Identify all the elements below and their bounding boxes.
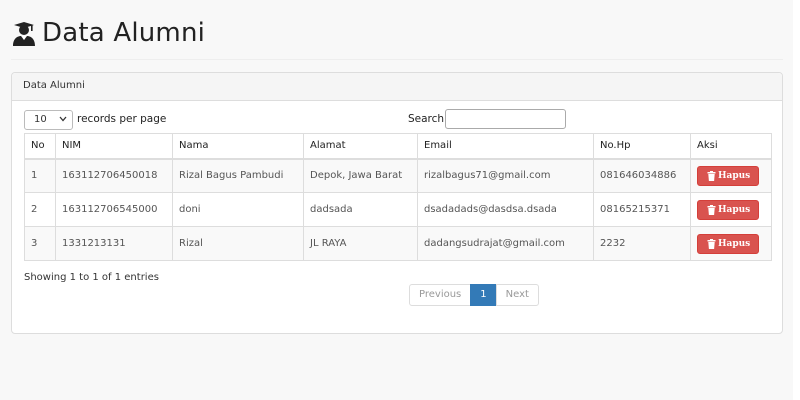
column-header-alamat[interactable]: Alamat xyxy=(303,133,418,160)
cell-email: dadangsudrajat@gmail.com xyxy=(417,226,594,261)
cell-nama: doni xyxy=(172,192,304,227)
cell-aksi: Hapus xyxy=(690,192,772,227)
column-header-nama[interactable]: Nama xyxy=(172,133,304,160)
pagination-page-current[interactable]: 1 xyxy=(470,284,497,306)
pagination-next[interactable]: Next xyxy=(495,284,539,306)
table-info: Showing 1 to 1 of 1 entries xyxy=(24,272,159,283)
cell-no: 2 xyxy=(24,192,56,227)
delete-button-label: Hapus xyxy=(718,238,751,249)
delete-button[interactable]: Hapus xyxy=(697,165,760,186)
alumni-table: No NIM Nama Alamat Email No.Hp Aksi 1 16… xyxy=(24,133,772,261)
page-header: Data Alumni xyxy=(11,16,783,60)
cell-alamat: JL RAYA xyxy=(303,226,418,261)
table-row: 2 163112706545000 doni dadsada dsadadads… xyxy=(24,192,772,227)
cell-no: 3 xyxy=(24,226,56,261)
alumni-panel: Data Alumni 10 records per page Search: … xyxy=(11,72,783,334)
column-header-nohp[interactable]: No.Hp xyxy=(593,133,691,160)
cell-nohp: 081646034886 xyxy=(593,158,691,193)
cell-nim: 163112706450018 xyxy=(55,158,173,193)
trash-icon xyxy=(707,204,716,215)
search-input[interactable] xyxy=(445,109,566,129)
records-per-page-label: records per page xyxy=(77,113,167,125)
cell-email: rizalbagus71@gmail.com xyxy=(417,158,594,193)
cell-alamat: Depok, Jawa Barat xyxy=(303,158,418,193)
graduate-icon xyxy=(13,22,35,46)
pagination: Previous 1 Next xyxy=(409,284,539,306)
table-row: 1 163112706450018 Rizal Bagus Pambudi De… xyxy=(24,158,772,193)
pagination-previous[interactable]: Previous xyxy=(409,284,472,306)
cell-email: dsadadads@dasdsa.dsada xyxy=(417,192,594,227)
cell-nohp: 2232 xyxy=(593,226,691,261)
cell-alamat: dadsada xyxy=(303,192,418,227)
cell-nim: 163112706545000 xyxy=(55,192,173,227)
delete-button-label: Hapus xyxy=(718,204,751,215)
column-header-nim[interactable]: NIM xyxy=(55,133,173,160)
cell-aksi: Hapus xyxy=(690,226,772,261)
records-per-page-value: 10 xyxy=(34,114,47,125)
cell-no: 1 xyxy=(24,158,56,193)
column-header-aksi[interactable]: Aksi xyxy=(690,133,772,160)
records-per-page-select[interactable]: 10 xyxy=(24,110,73,130)
trash-icon xyxy=(707,170,716,181)
delete-button[interactable]: Hapus xyxy=(697,233,760,254)
delete-button[interactable]: Hapus xyxy=(697,199,760,220)
window-scrollbar[interactable] xyxy=(793,0,800,400)
table-header-row: No NIM Nama Alamat Email No.Hp Aksi xyxy=(24,133,772,160)
cell-aksi: Hapus xyxy=(690,158,772,193)
cell-nama: Rizal xyxy=(172,226,304,261)
column-header-no[interactable]: No xyxy=(24,133,56,160)
page-title: Data Alumni xyxy=(42,18,206,48)
trash-icon xyxy=(707,238,716,249)
chevron-down-icon xyxy=(59,116,67,122)
cell-nama: Rizal Bagus Pambudi xyxy=(172,158,304,193)
panel-heading: Data Alumni xyxy=(12,73,782,101)
column-header-email[interactable]: Email xyxy=(417,133,594,160)
table-row: 3 1331213131 Rizal JL RAYA dadangsudraja… xyxy=(24,226,772,261)
delete-button-label: Hapus xyxy=(718,170,751,181)
cell-nim: 1331213131 xyxy=(55,226,173,261)
cell-nohp: 08165215371 xyxy=(593,192,691,227)
search-label: Search: xyxy=(408,113,448,125)
